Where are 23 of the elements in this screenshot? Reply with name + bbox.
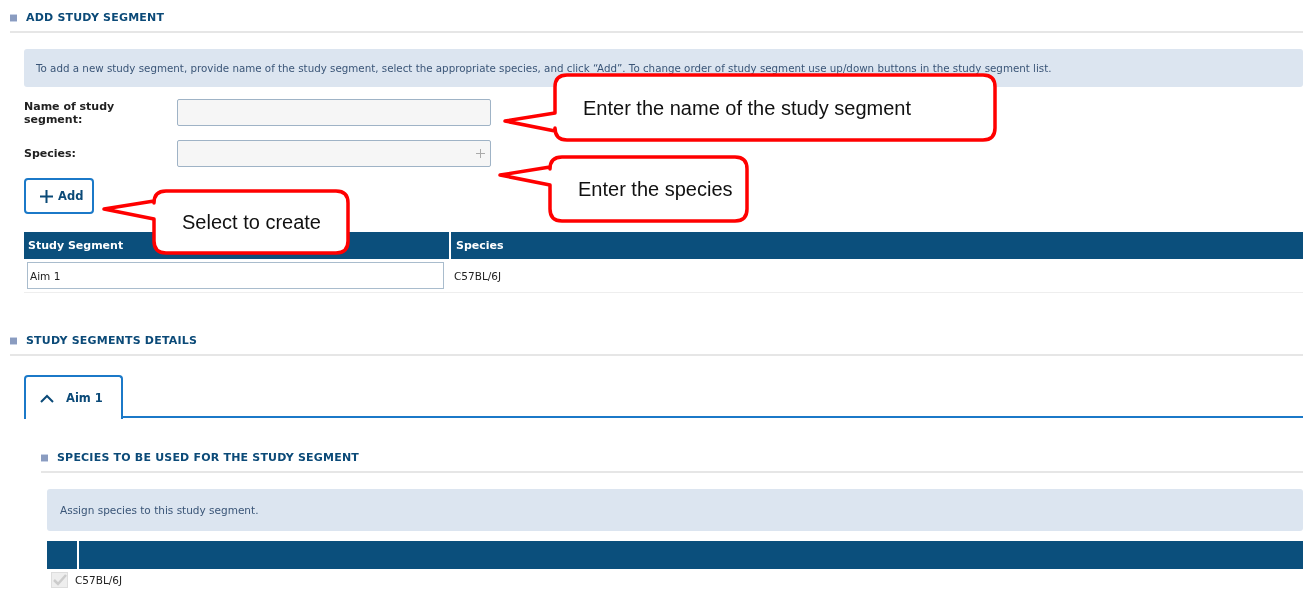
add-button[interactable]: Add bbox=[24, 178, 95, 214]
callout-text: Enter the species bbox=[578, 177, 733, 201]
callout-text: Enter the name of the study segment bbox=[583, 96, 911, 119]
plus-icon bbox=[40, 189, 53, 203]
section-title: STUDY SEGMENTS DETAILS bbox=[26, 334, 198, 347]
species-label: C57BL/6J bbox=[75, 574, 123, 586]
table-cell-text: C57BL/6J bbox=[453, 269, 502, 282]
field-label: Species: bbox=[24, 147, 77, 160]
collapse-icon[interactable] bbox=[41, 453, 48, 462]
name-input-field[interactable] bbox=[177, 99, 491, 126]
section-title: SPECIES TO BE USED FOR THE STUDY SEGMENT bbox=[57, 451, 359, 464]
info-message: Assign species to this study segment. bbox=[47, 489, 1303, 531]
tab[interactable]: Aim 1 bbox=[24, 375, 123, 419]
collapse-icon[interactable] bbox=[10, 13, 17, 22]
collapse-icon[interactable] bbox=[10, 336, 17, 345]
section-title: ADD STUDY SEGMENT bbox=[26, 11, 165, 24]
chevron-up-icon bbox=[40, 393, 54, 403]
plus-icon bbox=[476, 149, 485, 158]
column-header: Species bbox=[455, 238, 504, 254]
segment-name-field[interactable]: Aim 1 bbox=[27, 262, 444, 289]
field-label: Name of study segment: bbox=[24, 99, 116, 126]
callout-text: Select to create bbox=[182, 210, 321, 234]
species-picker-field[interactable] bbox=[177, 140, 491, 167]
